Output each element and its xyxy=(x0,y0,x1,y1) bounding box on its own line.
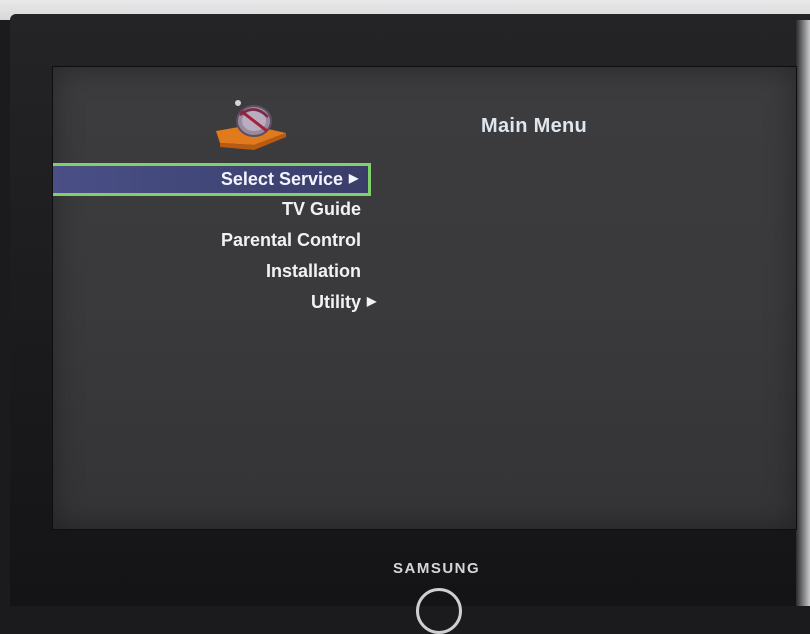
main-menu-list: Select Service ▶ TV Guide Parental Contro… xyxy=(53,163,383,318)
menu-item-utility[interactable]: Utility ▶ xyxy=(53,287,383,318)
monitor-edge xyxy=(796,20,810,606)
satellite-dish-icon xyxy=(216,100,286,150)
page-title: Main Menu xyxy=(481,115,588,137)
arrow-right-icon: ▶ xyxy=(349,170,359,185)
menu-item-parental-control[interactable]: Parental Control xyxy=(53,225,383,256)
menu-item-tv-guide[interactable]: TV Guide xyxy=(53,194,383,225)
menu-item-installation[interactable]: Installation xyxy=(53,256,383,287)
menu-item-label: Utility xyxy=(310,292,361,312)
menu-item-select-service[interactable]: Select Service ▶ xyxy=(53,163,371,196)
arrow-right-icon: ▶ xyxy=(367,293,377,308)
power-button[interactable] xyxy=(416,588,462,634)
menu-item-label: TV Guide xyxy=(281,199,361,219)
menu-item-label: Installation xyxy=(265,261,361,281)
menu-item-label: Parental Control xyxy=(220,230,361,250)
brand-logo: SAMSUNG xyxy=(393,560,481,577)
tv-screen: Main Menu Select Service ▶ TV Guide Paren… xyxy=(52,66,797,530)
menu-item-label: Select Service xyxy=(220,169,343,189)
